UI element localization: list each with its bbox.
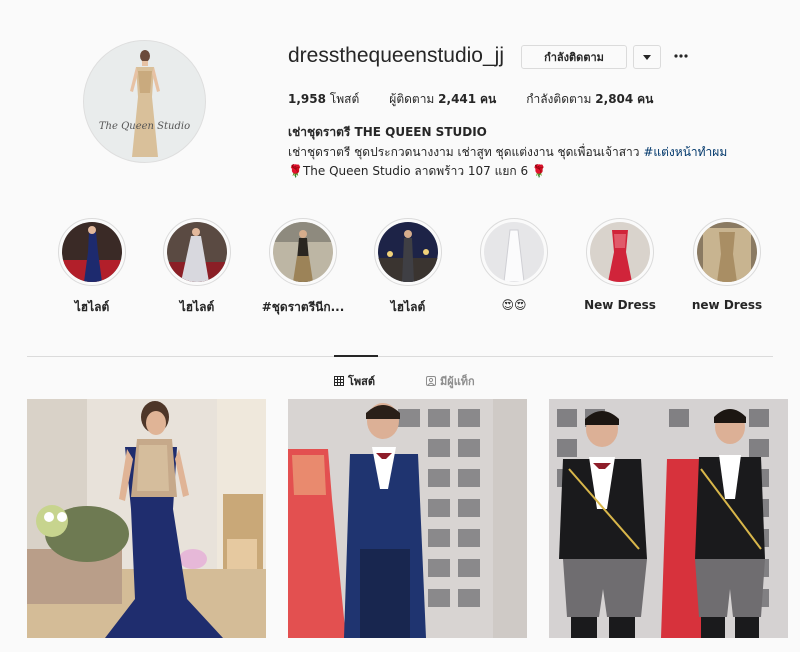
tag-person-icon — [426, 376, 436, 386]
highlight-label: ไฮไลต์ — [74, 300, 110, 314]
tab-posts-label: โพสต์ — [348, 375, 376, 388]
highlight-item[interactable]: ไฮไลต์ — [363, 218, 453, 317]
following-unit: คน — [637, 92, 654, 106]
highlight-cover — [378, 222, 438, 282]
following-button[interactable]: กำลังติดตาม — [521, 45, 627, 69]
followers-value: 2,441 — [438, 92, 477, 106]
followers-count[interactable]: ผู้ติดตาม 2,441 คน — [389, 90, 496, 109]
bio-description: เช่าชุดราตรี ชุดประกวดนางงาม เช่าสูท ชุด… — [288, 143, 727, 162]
highlight-label: new Dress — [691, 298, 763, 312]
highlight-item[interactable]: New Dress — [575, 218, 665, 312]
bio-location: 🌹The Queen Studio ลาดพร้าว 107 แยก 6 🌹 — [288, 162, 547, 181]
avatar-caption: The Queen Studio — [98, 121, 191, 132]
highlight-item[interactable]: 😍😍 — [469, 218, 559, 312]
tab-tagged-label: มีผู้แท็ก — [440, 375, 475, 388]
more-options-button[interactable] — [670, 46, 692, 66]
profile-username: dressthequeenstudio_jj — [288, 44, 504, 67]
highlight-cover — [167, 222, 227, 282]
highlight-cover — [62, 222, 122, 282]
bio-text: เช่าชุดราตรี ชุดประกวดนางงาม เช่าสูท ชุด… — [288, 145, 644, 159]
post-image-thai-costume — [549, 399, 788, 638]
highlight-item[interactable]: ไฮไลต์ — [47, 218, 137, 317]
highlight-cover — [697, 222, 757, 282]
following-count[interactable]: กำลังติดตาม 2,804 คน — [526, 90, 653, 109]
suggested-dropdown-button[interactable] — [633, 45, 661, 69]
active-tab-indicator — [334, 355, 378, 357]
posts-count: 1,958 โพสต์ — [288, 90, 359, 109]
bio-hashtag-link[interactable]: #แต่งหน้าทำผม — [643, 145, 727, 159]
highlight-label: ไฮไลต์ — [390, 300, 426, 314]
highlight-cover — [273, 222, 333, 282]
tab-tagged[interactable]: มีผู้แท็ก — [426, 372, 475, 390]
bio-location-text: The Queen Studio ลาดพร้าว 107 แยก 6 — [302, 164, 532, 178]
profile-avatar[interactable]: The Queen Studio — [83, 40, 206, 163]
highlight-cover — [484, 222, 544, 282]
highlight-label: New Dress — [584, 298, 656, 312]
chevron-down-icon — [643, 54, 651, 60]
highlight-label: 😍😍 — [501, 298, 527, 312]
posts-count-value: 1,958 — [288, 92, 326, 106]
followers-label: ผู้ติดตาม — [389, 92, 435, 106]
post-thumbnail[interactable] — [288, 399, 527, 638]
profile-stats: 1,958 โพสต์ ผู้ติดตาม 2,441 คน กำลังติดต… — [288, 90, 683, 109]
highlight-cover — [590, 222, 650, 282]
post-image-navy-gown — [27, 399, 266, 638]
rose-emoji-left: 🌹 — [288, 164, 303, 178]
highlight-item[interactable]: ไฮไลต์ — [152, 218, 242, 317]
tabs-divider — [27, 356, 773, 357]
highlight-item[interactable]: new Dress — [682, 218, 772, 312]
highlight-label: #ชุดราตรีนีก... — [261, 300, 345, 314]
followers-unit: คน — [479, 92, 497, 106]
rose-emoji-right: 🌹 — [531, 164, 547, 178]
highlight-label: ไฮไลต์ — [179, 300, 215, 314]
post-image-blue-suit — [288, 399, 527, 638]
more-horizontal-icon — [674, 54, 688, 58]
following-label: กำลังติดตาม — [526, 92, 592, 106]
post-thumbnail[interactable] — [27, 399, 266, 638]
following-value: 2,804 — [595, 92, 634, 106]
avatar-figure-image — [130, 50, 160, 157]
highlight-item[interactable]: #ชุดราตรีนีก... — [258, 218, 348, 317]
post-thumbnail[interactable] — [549, 399, 788, 638]
tab-posts[interactable]: โพสต์ — [334, 372, 375, 390]
grid-icon — [334, 376, 344, 386]
posts-count-label: โพสต์ — [329, 92, 360, 106]
bio-name: เช่าชุดราตรี THE QUEEN STUDIO — [288, 125, 487, 139]
